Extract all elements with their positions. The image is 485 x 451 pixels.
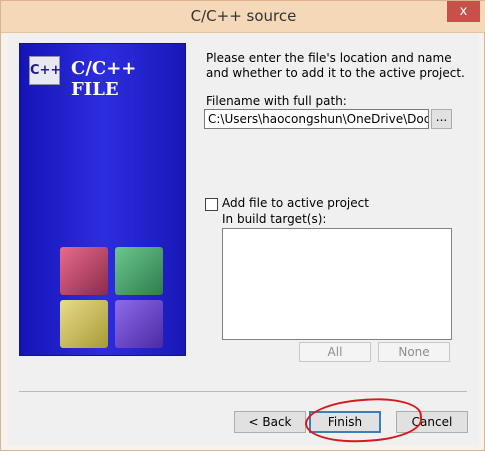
yellow-cube-icon: [60, 300, 108, 348]
purple-cube-icon: [115, 300, 163, 348]
codeblocks-logo: C++: [29, 56, 61, 85]
wizard-side-panel: C++ C/C++ FILE: [19, 43, 186, 356]
build-target-list[interactable]: [222, 228, 452, 340]
title-bar: C/C++ source x: [1, 1, 485, 33]
red-cube-icon: [60, 247, 108, 295]
browse-button[interactable]: ...: [431, 109, 452, 129]
side-panel-title: C/C++ FILE: [71, 58, 137, 100]
close-icon: x: [459, 4, 468, 19]
footer-separator: [19, 391, 467, 392]
close-button[interactable]: x: [447, 1, 480, 22]
add-to-project-checkbox[interactable]: [205, 198, 218, 211]
filename-label: Filename with full path:: [206, 94, 347, 108]
back-button[interactable]: < Back: [234, 411, 306, 433]
dialog-window: C/C++ source x C++ C/C++ FILE Please ent…: [0, 0, 485, 451]
dialog-prompt: Please enter the file's location and nam…: [206, 51, 465, 80]
filename-field[interactable]: C:\Users\haocongshun\OneDrive\Docur: [204, 109, 429, 129]
window-title: C/C++ source: [190, 7, 297, 25]
add-to-project-label[interactable]: Add file to active project: [222, 196, 369, 210]
green-cube-icon: [115, 247, 163, 295]
red-annotation-circle: [303, 394, 424, 447]
dialog-client-area: C++ C/C++ FILE Please enter the file's l…: [8, 33, 479, 447]
select-all-button[interactable]: All: [299, 342, 371, 362]
select-none-button[interactable]: None: [378, 342, 450, 362]
build-target-label: In build target(s):: [222, 212, 327, 226]
